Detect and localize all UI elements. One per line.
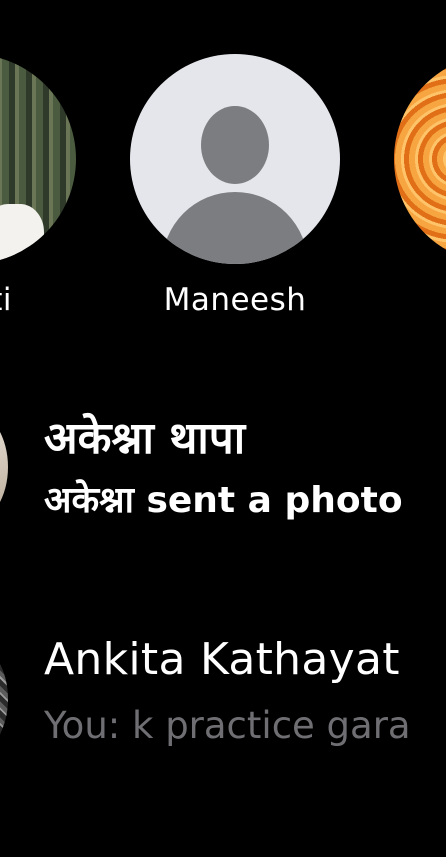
conversation-title: Ankita Kathayat [44,634,400,685]
contact-name: ti [0,282,12,318]
contact-avatar[interactable] [0,54,76,264]
conversation-row[interactable]: Ankita Kathayat You: k practice gara [0,632,446,754]
default-avatar[interactable] [130,54,340,264]
default-avatar-body-icon [162,192,308,264]
conversation-title: अकेश्ना थापा [44,413,246,464]
conversation-avatar[interactable] [0,644,8,754]
active-contact-item[interactable]: ti [0,0,76,340]
conversation-avatar[interactable] [0,412,8,522]
conversation-preview: अकेश्ना sent a photo [44,480,403,521]
messenger-chats-screen: ti Maneesh अकेश्ना थापा अकेश्ना sent a p… [0,0,446,857]
active-contact-item[interactable] [394,0,446,340]
contact-avatar[interactable] [394,54,446,264]
conversation-preview: You: k practice gara [44,704,411,747]
conversation-row[interactable]: अकेश्ना थापा अकेश्ना sent a photo [0,400,446,522]
contact-name: Maneesh [163,282,307,318]
active-contact-item-maneesh[interactable]: Maneesh [130,0,340,340]
default-avatar-head-icon [201,106,269,184]
